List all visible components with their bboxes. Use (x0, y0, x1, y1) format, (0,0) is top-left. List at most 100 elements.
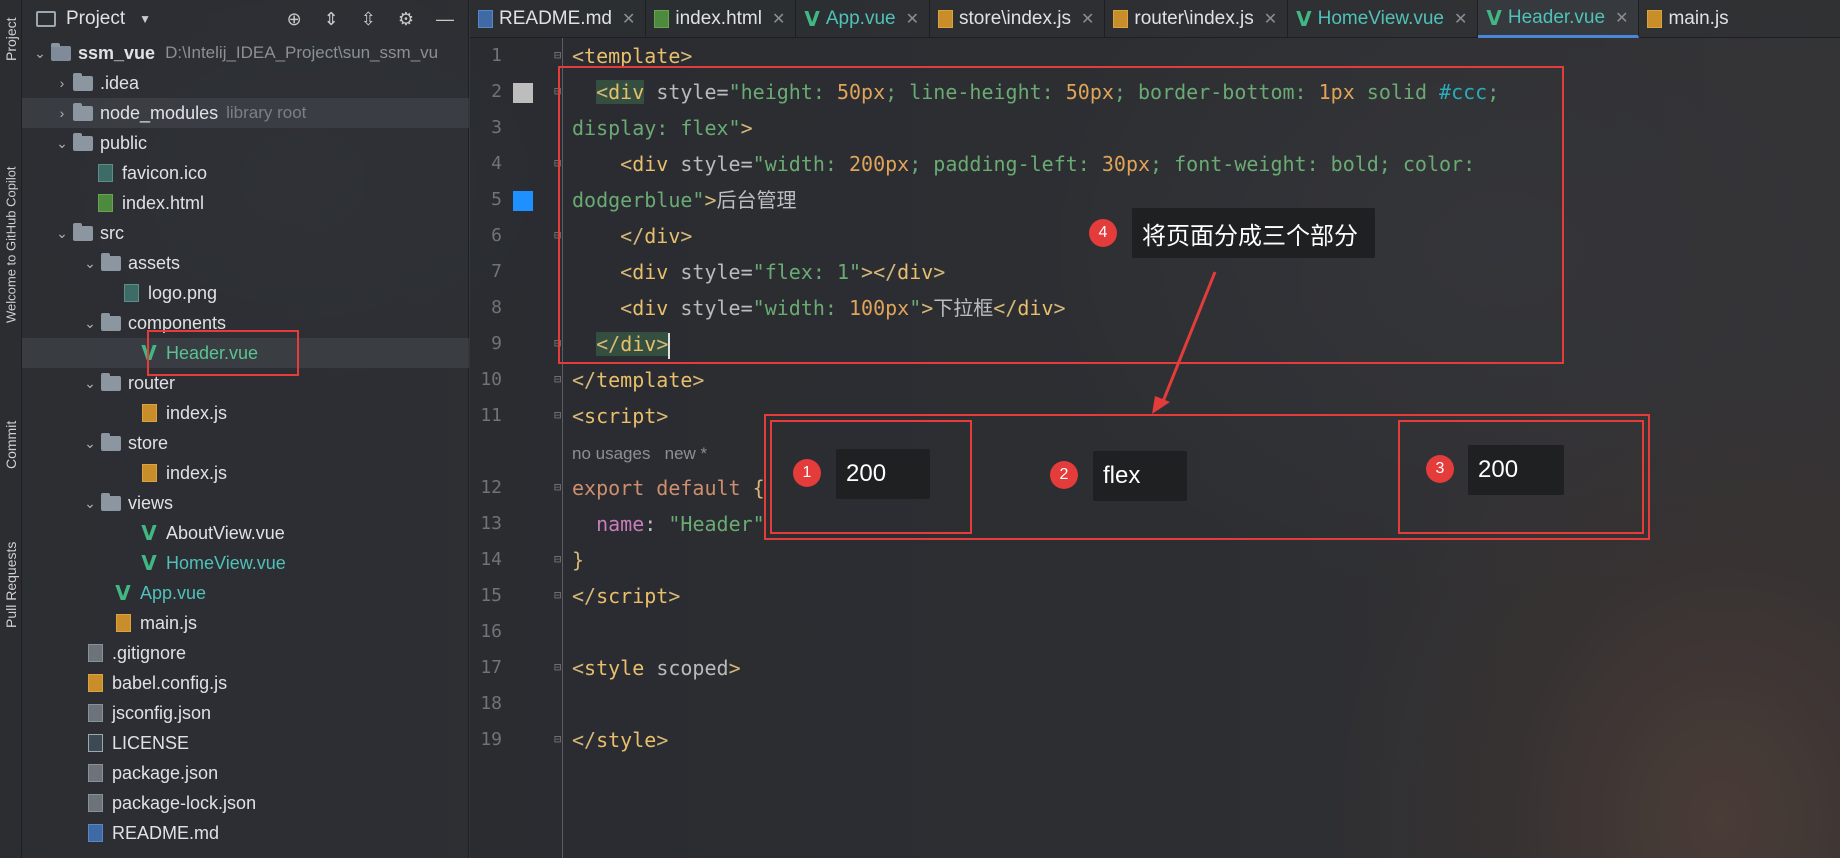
tab-label: index.html (675, 8, 762, 29)
fold-icon[interactable]: ⊟ (554, 372, 561, 386)
chevron-down-icon[interactable]: ▼ (139, 12, 151, 26)
close-icon[interactable]: ✕ (1615, 8, 1628, 28)
pull-requests-tool-tab[interactable]: Pull Requests (0, 520, 22, 650)
tree-item-store[interactable]: ⌄ store (22, 428, 469, 458)
close-icon[interactable]: ✕ (772, 9, 785, 29)
minimize-icon[interactable]: — (436, 9, 454, 30)
tree-item-label: HomeView.vue (166, 552, 286, 573)
tab-main-js[interactable]: main.js (1639, 0, 1738, 38)
js-file-icon (84, 674, 106, 692)
locate-file-icon[interactable]: ⊕ (287, 9, 302, 30)
close-icon[interactable]: ✕ (1264, 9, 1277, 29)
tree-item-main-js[interactable]: main.js (22, 608, 469, 638)
fold-icon[interactable]: ⊟ (554, 552, 561, 566)
code-token: export (572, 476, 645, 500)
annotation-tip-3: 200 (1468, 445, 1564, 495)
tree-item-aboutview-vue[interactable]: V AboutView.vue (22, 518, 469, 548)
tree-item-babel-config[interactable]: babel.config.js (22, 668, 469, 698)
json-file-icon (84, 764, 106, 782)
tree-item-package-json[interactable]: package.json (22, 758, 469, 788)
annotation-badge-1: 1 (793, 459, 821, 487)
editor-tabs: README.md ✕ index.html ✕ V App.vue ✕ sto… (470, 0, 1840, 38)
code-token: { (752, 476, 765, 500)
fold-icon[interactable]: ⊟ (554, 660, 561, 674)
tree-item-label: assets (128, 252, 181, 273)
annotation-badge-2: 2 (1050, 461, 1078, 489)
tree-item-idea[interactable]: › .idea (22, 68, 469, 98)
project-panel-title[interactable]: Project (66, 8, 125, 30)
line-number: 14 (480, 549, 502, 570)
tree-item-label: public (100, 132, 148, 153)
chevron-down-icon[interactable]: ⌄ (30, 45, 50, 62)
tree-item-app-vue[interactable]: V App.vue (22, 578, 469, 608)
folder-icon (100, 312, 122, 332)
tree-item-jsconfig[interactable]: jsconfig.json (22, 698, 469, 728)
close-icon[interactable]: ✕ (622, 9, 635, 29)
close-icon[interactable]: ✕ (906, 9, 919, 29)
gear-icon[interactable]: ⚙ (398, 9, 414, 30)
inlay-hint[interactable]: no usages new * (572, 434, 707, 470)
chevron-down-icon[interactable]: ⌄ (80, 375, 100, 392)
code-token: template (584, 44, 681, 68)
collapse-all-icon[interactable]: ⇳ (361, 9, 376, 30)
tree-item-router-index-js[interactable]: index.js (22, 398, 469, 428)
tree-item-src[interactable]: ⌄ src (22, 218, 469, 248)
expand-all-icon[interactable]: ⇕ (324, 9, 339, 30)
tree-item-homeview-vue[interactable]: V HomeView.vue (22, 548, 469, 578)
tab-homeview-vue[interactable]: V HomeView.vue ✕ (1288, 0, 1479, 38)
chevron-down-icon[interactable]: ⌄ (80, 495, 100, 512)
vue-file-icon: V (115, 581, 131, 605)
tree-item-public[interactable]: ⌄ public (22, 128, 469, 158)
fold-icon[interactable]: ⊟ (554, 480, 561, 494)
tree-item-assets[interactable]: ⌄ assets (22, 248, 469, 278)
tree-item-package-lock-json[interactable]: package-lock.json (22, 788, 469, 818)
fold-icon[interactable]: ⊟ (554, 408, 561, 422)
chevron-right-icon[interactable]: › (52, 75, 72, 91)
tab-index-html[interactable]: index.html ✕ (646, 0, 797, 38)
color-swatch-dodgerblue[interactable] (513, 191, 533, 211)
vue-file-icon: V (1486, 5, 1502, 30)
tree-item-label: index.js (166, 402, 228, 423)
tab-readme-md[interactable]: README.md ✕ (470, 0, 647, 38)
js-file-icon (1113, 10, 1129, 28)
close-icon[interactable]: ✕ (1081, 9, 1094, 29)
chevron-down-icon[interactable]: ⌄ (80, 255, 100, 272)
project-view-icon (36, 11, 56, 27)
code-token: } (572, 548, 585, 572)
tree-item-views[interactable]: ⌄ views (22, 488, 469, 518)
tree-item-node-modules[interactable]: › node_modules library root (22, 98, 469, 128)
fold-icon[interactable]: ⊟ (554, 588, 561, 602)
project-tool-tab[interactable]: Project (0, 4, 22, 74)
copilot-tool-tab[interactable]: Welcome to GitHub Copilot (0, 120, 22, 370)
tab-store-index-js[interactable]: store\index.js ✕ (930, 0, 1106, 38)
chevron-down-icon[interactable]: ⌄ (52, 225, 72, 242)
code-token: style (596, 728, 657, 752)
tree-item-store-index-js[interactable]: index.js (22, 458, 469, 488)
tree-item-favicon[interactable]: favicon.ico (22, 158, 469, 188)
chevron-down-icon[interactable]: ⌄ (80, 315, 100, 332)
tree-item-gitignore[interactable]: .gitignore (22, 638, 469, 668)
tree-item-index-html[interactable]: index.html (22, 188, 469, 218)
fold-icon[interactable]: ⊟ (554, 732, 561, 746)
json-file-icon (84, 794, 106, 812)
commit-tool-tab[interactable]: Commit (0, 400, 22, 490)
chevron-down-icon[interactable]: ⌄ (80, 435, 100, 452)
tree-item-label: README.md (112, 822, 220, 843)
fold-icon[interactable]: ⊟ (554, 48, 561, 62)
tree-item-readme-md[interactable]: README.md (22, 818, 469, 848)
code-token: "Header" (668, 512, 765, 536)
chevron-right-icon[interactable]: › (52, 105, 72, 121)
color-swatch-ccc[interactable] (513, 83, 533, 103)
html-file-icon (94, 194, 116, 212)
tab-app-vue[interactable]: V App.vue ✕ (796, 0, 931, 38)
tree-item-label: jsconfig.json (112, 702, 212, 723)
pull-requests-tool-label: Pull Requests (3, 541, 19, 629)
tree-item-root[interactable]: ⌄ ssm_vue D:\Intelij_IDEA_Project\sun_ss… (22, 38, 469, 68)
chevron-down-icon[interactable]: ⌄ (52, 135, 72, 152)
tab-header-vue[interactable]: V Header.vue ✕ (1478, 0, 1640, 38)
close-icon[interactable]: ✕ (1454, 9, 1467, 29)
tab-router-index-js[interactable]: router\index.js ✕ (1105, 0, 1289, 38)
usage-hint[interactable]: no usages (572, 444, 650, 463)
tree-item-license[interactable]: LICENSE (22, 728, 469, 758)
tree-item-logo-png[interactable]: logo.png (22, 278, 469, 308)
